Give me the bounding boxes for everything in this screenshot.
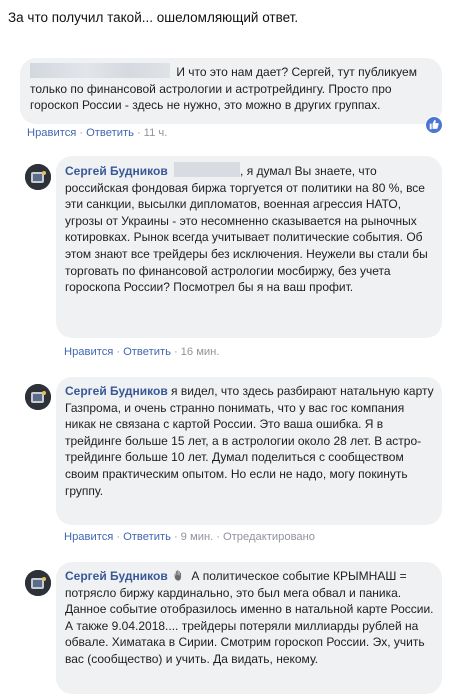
comment-text: А политическое событие КРЫМНАШ = потрясл… <box>65 569 434 666</box>
redacted-author <box>30 63 170 78</box>
timestamp[interactable]: 9 мин. <box>181 531 214 543</box>
avatar[interactable] <box>25 384 51 410</box>
comment-bubble: И что это нам дает? Сергей, тут публикуе… <box>20 58 442 124</box>
timestamp[interactable]: 11 ч. <box>144 127 168 139</box>
avatar-image-icon <box>25 570 51 596</box>
comment-actions: Нравится · Ответить · 9 мин. · Отредактировано <box>64 531 316 543</box>
reply-link[interactable]: Ответить <box>123 531 171 543</box>
comment-actions: Нравится · Ответить · 16 мин. <box>64 346 220 358</box>
comment-bubble: Сергей Будников я видел, что здесь разби… <box>56 377 442 525</box>
redacted-mention <box>174 162 241 177</box>
post-caption: За что получил такой... ошеломляющий отв… <box>8 10 299 25</box>
reply-link[interactable]: Ответить <box>123 346 171 358</box>
comment-actions: Нравится · Ответить · 11 ч. <box>27 127 168 139</box>
timestamp[interactable]: 16 мин. <box>181 346 220 358</box>
comment-author[interactable]: Сергей Будников <box>65 384 168 398</box>
comment-text: я видел, что здесь разбирают натальную к… <box>65 384 434 498</box>
comment-bubble: Сергей Будников А политическое событие К… <box>56 562 442 694</box>
hand-wave-icon <box>174 570 182 581</box>
edited-label[interactable]: Отредактировано <box>223 531 315 543</box>
avatar-image-icon <box>25 384 51 410</box>
reply-link[interactable]: Ответить <box>86 127 134 139</box>
like-reaction-badge[interactable] <box>425 116 443 134</box>
avatar[interactable] <box>25 570 51 596</box>
avatar-image-icon <box>25 164 51 190</box>
thumbs-up-icon <box>429 119 439 130</box>
comment-bubble: Сергей Будников , я думал Вы знаете, что… <box>56 156 442 338</box>
like-link[interactable]: Нравится <box>27 127 76 139</box>
like-link[interactable]: Нравится <box>64 346 113 358</box>
avatar[interactable] <box>25 164 51 190</box>
comment-author[interactable]: Сергей Будников <box>65 569 168 583</box>
comment-author[interactable]: Сергей Будников <box>65 164 168 178</box>
like-link[interactable]: Нравится <box>64 531 113 543</box>
comment-text: , я думал Вы знаете, что российская фонд… <box>65 164 428 295</box>
